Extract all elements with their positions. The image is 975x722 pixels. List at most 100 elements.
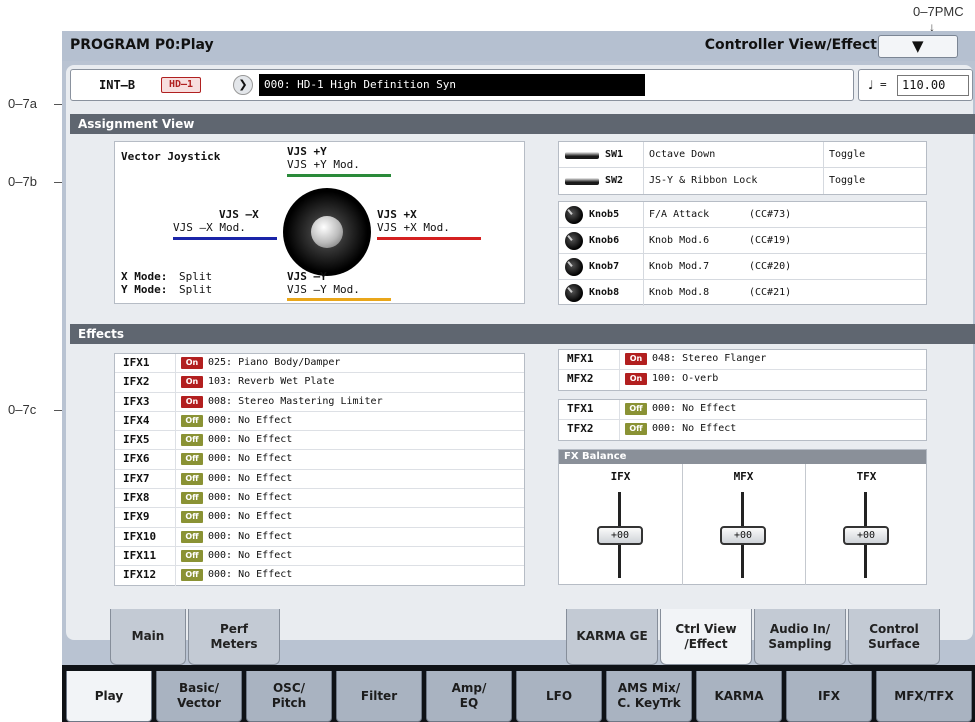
mfx-row[interactable]: MFX2 On 100: O-verb [559, 370, 926, 390]
switch-row[interactable]: SW2 JS-Y & Ribbon Lock Toggle [559, 168, 926, 194]
ifx-row[interactable]: IFX3 On 008: Stereo Mastering Limiter [115, 392, 524, 412]
knob-row[interactable]: Knob6 Knob Mod.6 (CC#19) [559, 228, 926, 254]
knob-row[interactable]: Knob5 F/A Attack (CC#73) [559, 202, 926, 228]
ifx-state-badge[interactable]: On [181, 376, 203, 389]
vjs-up-label: VJS +Y [287, 145, 327, 158]
tab-perf-meters[interactable]: Perf Meters [188, 609, 280, 665]
vjs-left-line [173, 237, 277, 240]
ifx-row[interactable]: IFX6 Off 000: No Effect [115, 450, 524, 470]
tab-basic-vector[interactable]: Basic/Vector [156, 671, 242, 722]
ifx-effect-name[interactable]: 000: No Effect [208, 470, 292, 488]
ifx-row[interactable]: IFX5 Off 000: No Effect [115, 431, 524, 451]
ifx-effect-name[interactable]: 000: No Effect [208, 547, 292, 565]
mfx-name: MFX2 [567, 372, 594, 385]
tab-ctrl-view-effect[interactable]: Ctrl View/Effect [660, 609, 752, 665]
tempo-value[interactable]: 110.00 [897, 75, 969, 96]
title-bar: PROGRAM P0:Play Controller View/Effect ▼ [62, 31, 975, 61]
ifx-row[interactable]: IFX10 Off 000: No Effect [115, 527, 524, 547]
knob-icon [565, 206, 583, 224]
chevron-right-icon[interactable]: ❯ [233, 75, 253, 95]
tfx-name: TFX1 [567, 402, 594, 415]
tab-mfx-tfx[interactable]: MFX/TFX [876, 671, 972, 722]
tfx-row[interactable]: TFX2 Off 000: No Effect [559, 420, 926, 440]
ifx-table: IFX1 On 025: Piano Body/Damper IFX2 On 103: R… [114, 353, 525, 586]
ifx-row[interactable]: IFX12 Off 000: No Effect [115, 566, 524, 586]
ifx-row[interactable]: IFX11 Off 000: No Effect [115, 546, 524, 567]
tab-filter[interactable]: Filter [336, 671, 422, 722]
tfx-name: TFX2 [567, 422, 594, 435]
slider-handle[interactable]: +00 [843, 526, 889, 545]
ifx-state-badge[interactable]: Off [181, 530, 203, 543]
mfx-effect-name[interactable]: 048: Stereo Flanger [652, 350, 766, 368]
ifx-row[interactable]: IFX4 Off 000: No Effect [115, 411, 524, 432]
ifx-effect-name[interactable]: 000: No Effect [208, 489, 292, 507]
knob-row[interactable]: Knob7 Knob Mod.7 (CC#20) [559, 254, 926, 280]
mfx-row[interactable]: MFX1 On 048: Stereo Flanger [559, 350, 926, 370]
ifx-row[interactable]: IFX8 Off 000: No Effect [115, 489, 524, 509]
ifx-state-badge[interactable]: Off [181, 472, 203, 485]
ifx-effect-name[interactable]: 025: Piano Body/Damper [208, 354, 340, 372]
slider-handle[interactable]: +00 [597, 526, 643, 545]
joystick-graphic[interactable] [283, 188, 371, 276]
page-menu-button[interactable]: ▼ [878, 35, 958, 58]
ifx-state-badge[interactable]: On [181, 357, 203, 369]
ifx-effect-name[interactable]: 000: No Effect [208, 508, 292, 526]
ifx-state-badge[interactable]: Off [181, 569, 203, 582]
mfx-effect-name[interactable]: 100: O-verb [652, 370, 718, 388]
tab-ams-mix-keytrk[interactable]: AMS Mix/C. KeyTrk [606, 671, 692, 722]
switch-row[interactable]: SW1 Octave Down Toggle [559, 142, 926, 168]
ifx-effect-name[interactable]: 000: No Effect [208, 412, 292, 430]
slider-handle[interactable]: +00 [720, 526, 766, 545]
tab-ifx[interactable]: IFX [786, 671, 872, 722]
tfx-effect-name[interactable]: 000: No Effect [652, 400, 736, 418]
mfx-state-badge[interactable]: On [625, 353, 647, 365]
tfx-state-badge[interactable]: Off [625, 423, 647, 435]
ifx-effect-name[interactable]: 000: No Effect [208, 431, 292, 449]
tab-karma-ge[interactable]: KARMA GE [566, 609, 658, 665]
ymode-value[interactable]: Split [179, 283, 212, 296]
ifx-state-badge[interactable]: On [181, 395, 203, 408]
ifx-effect-name[interactable]: 000: No Effect [208, 528, 292, 546]
ifx-state-badge[interactable]: Off [181, 434, 203, 447]
callout-7b: 0–7b [8, 174, 37, 189]
ifx-row[interactable]: IFX9 Off 000: No Effect [115, 508, 524, 528]
page-name: Controller View/Effect [704, 37, 877, 53]
tab-control-surface[interactable]: Control Surface [848, 609, 940, 665]
ifx-name: IFX9 [123, 510, 150, 524]
program-select-bar[interactable]: INT–B HD–1 ❯ 000: HD-1 High Definition S… [70, 69, 854, 101]
ifx-row[interactable]: IFX1 On 025: Piano Body/Damper [115, 354, 524, 374]
tfx-effect-name[interactable]: 000: No Effect [652, 420, 736, 438]
tab-amp-eq[interactable]: Amp/EQ [426, 671, 512, 722]
knob-name: Knob8 [589, 287, 620, 298]
tab-play[interactable]: Play [66, 671, 152, 722]
ifx-state-badge[interactable]: Off [181, 492, 203, 505]
tfx-state-badge[interactable]: Off [625, 403, 647, 415]
switch-icon [565, 152, 599, 159]
vjs-down-label: VJS –Y [287, 270, 327, 283]
tab-osc-pitch[interactable]: OSC/Pitch [246, 671, 332, 722]
program-name[interactable]: 000: HD-1 High Definition Syn [259, 74, 645, 96]
ifx-row[interactable]: IFX2 On 103: Reverb Wet Plate [115, 373, 524, 393]
knob-function: Knob Mod.8 [649, 287, 710, 298]
ifx-effect-name[interactable]: 000: No Effect [208, 566, 292, 584]
ifx-state-badge[interactable]: Off [181, 453, 203, 466]
ifx-row[interactable]: IFX7 Off 000: No Effect [115, 469, 524, 490]
tab-karma[interactable]: KARMA [696, 671, 782, 722]
ifx-effect-name[interactable]: 103: Reverb Wet Plate [208, 373, 334, 391]
tab-audio-in-sampling[interactable]: Audio In/Sampling [754, 609, 846, 665]
ifx-state-badge[interactable]: Off [181, 511, 203, 524]
tfx-row[interactable]: TFX1 Off 000: No Effect [559, 400, 926, 420]
mfx-state-badge[interactable]: On [625, 373, 647, 385]
xmode-value[interactable]: Split [179, 270, 212, 283]
ifx-state-badge[interactable]: Off [181, 549, 203, 562]
tab-main[interactable]: Main [110, 609, 186, 665]
ifx-effect-name[interactable]: 000: No Effect [208, 450, 292, 468]
knob-row[interactable]: Knob8 Knob Mod.8 (CC#21) [559, 280, 926, 306]
knob-cc: (CC#73) [749, 209, 792, 220]
switch-assign-table: SW1 Octave Down Toggle SW2 JS-Y & Ribbon… [558, 141, 927, 195]
tab-lfo[interactable]: LFO [516, 671, 602, 722]
ifx-effect-name[interactable]: 008: Stereo Mastering Limiter [208, 393, 383, 411]
callout-pmc: 0–7PMC [913, 4, 964, 19]
ifx-name: IFX8 [123, 491, 150, 505]
ifx-state-badge[interactable]: Off [181, 414, 203, 427]
